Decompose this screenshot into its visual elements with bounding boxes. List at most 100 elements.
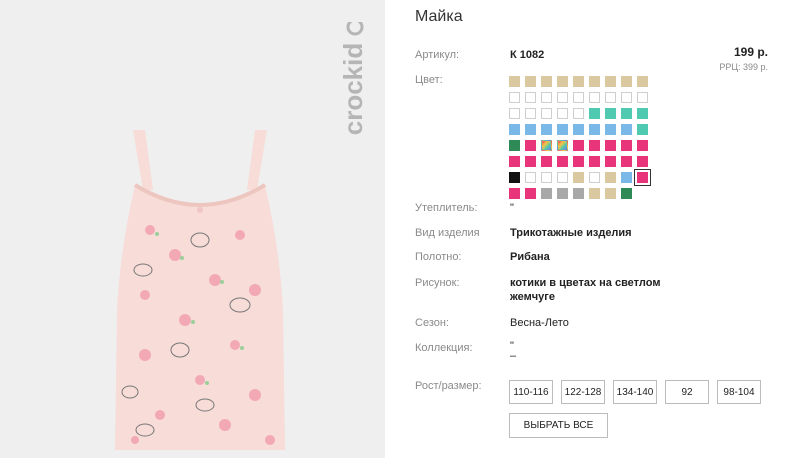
color-swatch[interactable] [621,172,632,183]
color-swatch[interactable] [509,188,520,199]
color-swatch[interactable] [509,156,520,167]
product-photo: crockid [0,0,385,458]
select-all-button[interactable]: ВЫБРАТЬ ВСЕ [509,413,608,438]
color-swatch[interactable] [589,140,600,151]
color-swatch[interactable] [557,172,568,183]
color-swatch[interactable] [637,92,648,103]
color-swatch[interactable] [509,76,520,87]
color-swatch[interactable] [573,124,584,135]
color-swatch[interactable] [509,124,520,135]
size-option-110-116[interactable]: 110-116 [509,380,553,404]
color-swatch[interactable] [589,108,600,119]
color-swatch[interactable] [589,156,600,167]
color-swatch[interactable] [573,172,584,183]
color-swatch[interactable] [557,188,568,199]
color-swatch[interactable] [557,124,568,135]
article-value: К 1082 [510,49,545,61]
color-swatch[interactable] [525,156,536,167]
color-swatch[interactable] [573,188,584,199]
color-swatch[interactable] [573,76,584,87]
color-swatch[interactable] [557,156,568,167]
color-swatch[interactable] [509,172,520,183]
color-swatch[interactable] [605,108,616,119]
size-label: Рост/размер: [415,380,482,392]
size-option-122-128[interactable]: 122-128 [561,380,605,404]
product-type-value: Трикотажные изделия [510,227,632,239]
color-swatch[interactable] [605,124,616,135]
color-swatch[interactable] [525,140,536,151]
color-swatch[interactable] [541,92,552,103]
color-swatch[interactable] [557,92,568,103]
pattern-label: Рисунок: [415,277,460,289]
color-swatch[interactable] [637,156,648,167]
color-swatch[interactable] [525,172,536,183]
season-value: Весна-Лето [510,317,569,329]
color-swatch[interactable] [557,108,568,119]
color-swatch[interactable] [557,140,568,151]
color-swatch[interactable] [541,124,552,135]
color-swatch[interactable] [637,108,648,119]
color-swatch[interactable] [557,76,568,87]
color-swatch[interactable] [573,108,584,119]
insulation-value: " [510,202,514,214]
color-swatch[interactable] [541,172,552,183]
color-swatch[interactable] [637,76,648,87]
color-label: Цвет: [415,74,443,86]
color-swatch[interactable] [541,76,552,87]
crockid-logo: crockid [340,22,368,136]
color-swatch[interactable] [605,76,616,87]
size-option-92[interactable]: 92 [665,380,709,404]
color-swatch[interactable] [605,172,616,183]
color-swatch[interactable] [605,140,616,151]
color-swatch[interactable] [541,188,552,199]
color-swatch[interactable] [541,156,552,167]
season-label: Сезон: [415,317,449,329]
pattern-value-line2: жемчуге [510,291,555,303]
color-swatch[interactable] [573,156,584,167]
fabric-label: Полотно: [415,251,462,263]
color-swatch[interactable] [589,124,600,135]
color-swatch[interactable] [621,156,632,167]
color-swatch[interactable] [621,76,632,87]
fabric-value: Рибана [510,251,550,263]
color-swatch[interactable] [589,172,600,183]
color-swatch[interactable] [509,140,520,151]
color-swatch[interactable] [589,188,600,199]
pattern-value-line1: котики в цветах на светлом [510,277,661,289]
color-swatch[interactable] [621,124,632,135]
color-swatch[interactable] [525,76,536,87]
color-swatch[interactable] [605,156,616,167]
color-swatch[interactable] [525,108,536,119]
insulation-label: Утеплитель: [415,202,478,214]
color-swatch[interactable] [637,140,648,151]
recommended-retail-price: РРЦ: 399 р. [719,62,768,72]
color-swatch[interactable] [525,188,536,199]
article-label: Артикул: [415,49,460,61]
color-swatch[interactable] [541,140,552,151]
color-swatch[interactable] [589,92,600,103]
size-option-98-104[interactable]: 98-104 [717,380,761,404]
color-swatch[interactable] [525,124,536,135]
color-swatch[interactable] [509,92,520,103]
size-option-134-140[interactable]: 134-140 [613,380,657,404]
color-swatch[interactable] [589,76,600,87]
color-swatch[interactable] [605,188,616,199]
color-swatch[interactable] [634,169,651,186]
color-swatch[interactable] [525,92,536,103]
color-swatch-grid [509,76,654,204]
color-swatch[interactable] [573,92,584,103]
price: 199 р. [733,45,768,59]
svg-text:crockid: crockid [340,43,368,136]
color-swatch[interactable] [605,92,616,103]
color-swatch[interactable] [541,108,552,119]
product-type-label: Вид изделия [415,227,480,239]
color-swatch[interactable] [621,188,632,199]
color-swatch[interactable] [621,108,632,119]
size-options: 110-116 122-128 134-140 92 98-104 [509,380,769,404]
color-swatch[interactable] [509,108,520,119]
color-swatch[interactable] [621,140,632,151]
color-swatch[interactable] [621,92,632,103]
color-swatch[interactable] [573,140,584,151]
collection-label: Коллекция: [415,342,473,354]
color-swatch[interactable] [637,124,648,135]
